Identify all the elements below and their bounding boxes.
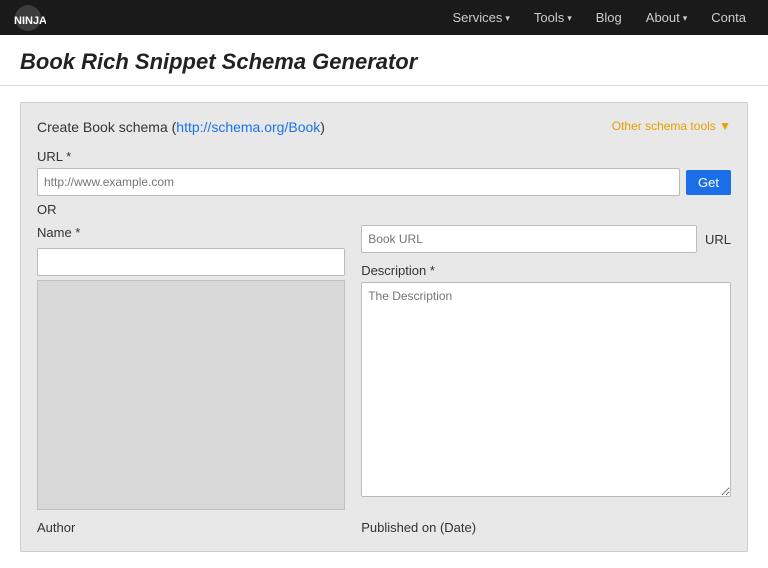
form-left-column: Name * [37,225,345,510]
schema-org-link[interactable]: http://schema.org/Book [176,119,320,135]
page-title-bar: Book Rich Snippet Schema Generator [0,35,768,86]
description-textarea[interactable] [361,282,731,497]
schema-form-box: Create Book schema (http://schema.org/Bo… [20,102,748,552]
url-suffix-label: URL [705,232,731,247]
description-label: Description * [361,263,731,278]
image-area [37,280,345,510]
about-chevron-icon: ▾ [683,13,688,24]
schema-create-label: Create Book schema (http://schema.org/Bo… [37,119,325,135]
published-label: Published on (Date) [361,520,731,535]
get-button[interactable]: Get [686,170,731,195]
author-label: Author [37,520,345,535]
or-label: OR [37,202,731,217]
nav-tools[interactable]: Tools ▾ [522,0,584,35]
services-chevron-icon: ▾ [505,13,510,24]
logo-icon: NINJAS [10,4,46,32]
main-content: Create Book schema (http://schema.org/Bo… [0,86,768,568]
url-section: URL * Get [37,149,731,196]
page-title: Book Rich Snippet Schema Generator [20,49,748,75]
nav-services[interactable]: Services ▾ [440,0,521,35]
tools-label: Tools [534,10,564,25]
services-label: Services [452,10,502,25]
name-input[interactable] [37,248,345,276]
logo: NINJAS [10,4,50,32]
other-schema-link[interactable]: Other schema tools ▼ [612,119,731,133]
book-url-row: URL [361,225,731,253]
url-input[interactable] [37,168,680,196]
url-label: URL * [37,149,731,164]
blog-label: Blog [596,10,622,25]
book-url-input[interactable] [361,225,697,253]
name-label: Name * [37,225,345,240]
form-columns: Name * URL Description * [37,225,731,510]
nav-links: Services ▾ Tools ▾ Blog About ▾ Conta [440,0,758,35]
form-right-column: URL Description * [361,225,731,510]
nav-blog[interactable]: Blog [584,0,634,35]
nav-contact[interactable]: Conta [699,0,758,35]
svg-text:NINJAS: NINJAS [14,15,46,27]
about-label: About [646,10,680,25]
schema-header: Create Book schema (http://schema.org/Bo… [37,119,731,135]
contact-label: Conta [711,10,746,25]
bottom-labels: Author Published on (Date) [37,520,731,535]
url-input-row: Get [37,168,731,196]
nav-about[interactable]: About ▾ [634,0,700,35]
tools-chevron-icon: ▾ [567,13,572,24]
navigation: NINJAS Services ▾ Tools ▾ Blog About ▾ C… [0,0,768,35]
